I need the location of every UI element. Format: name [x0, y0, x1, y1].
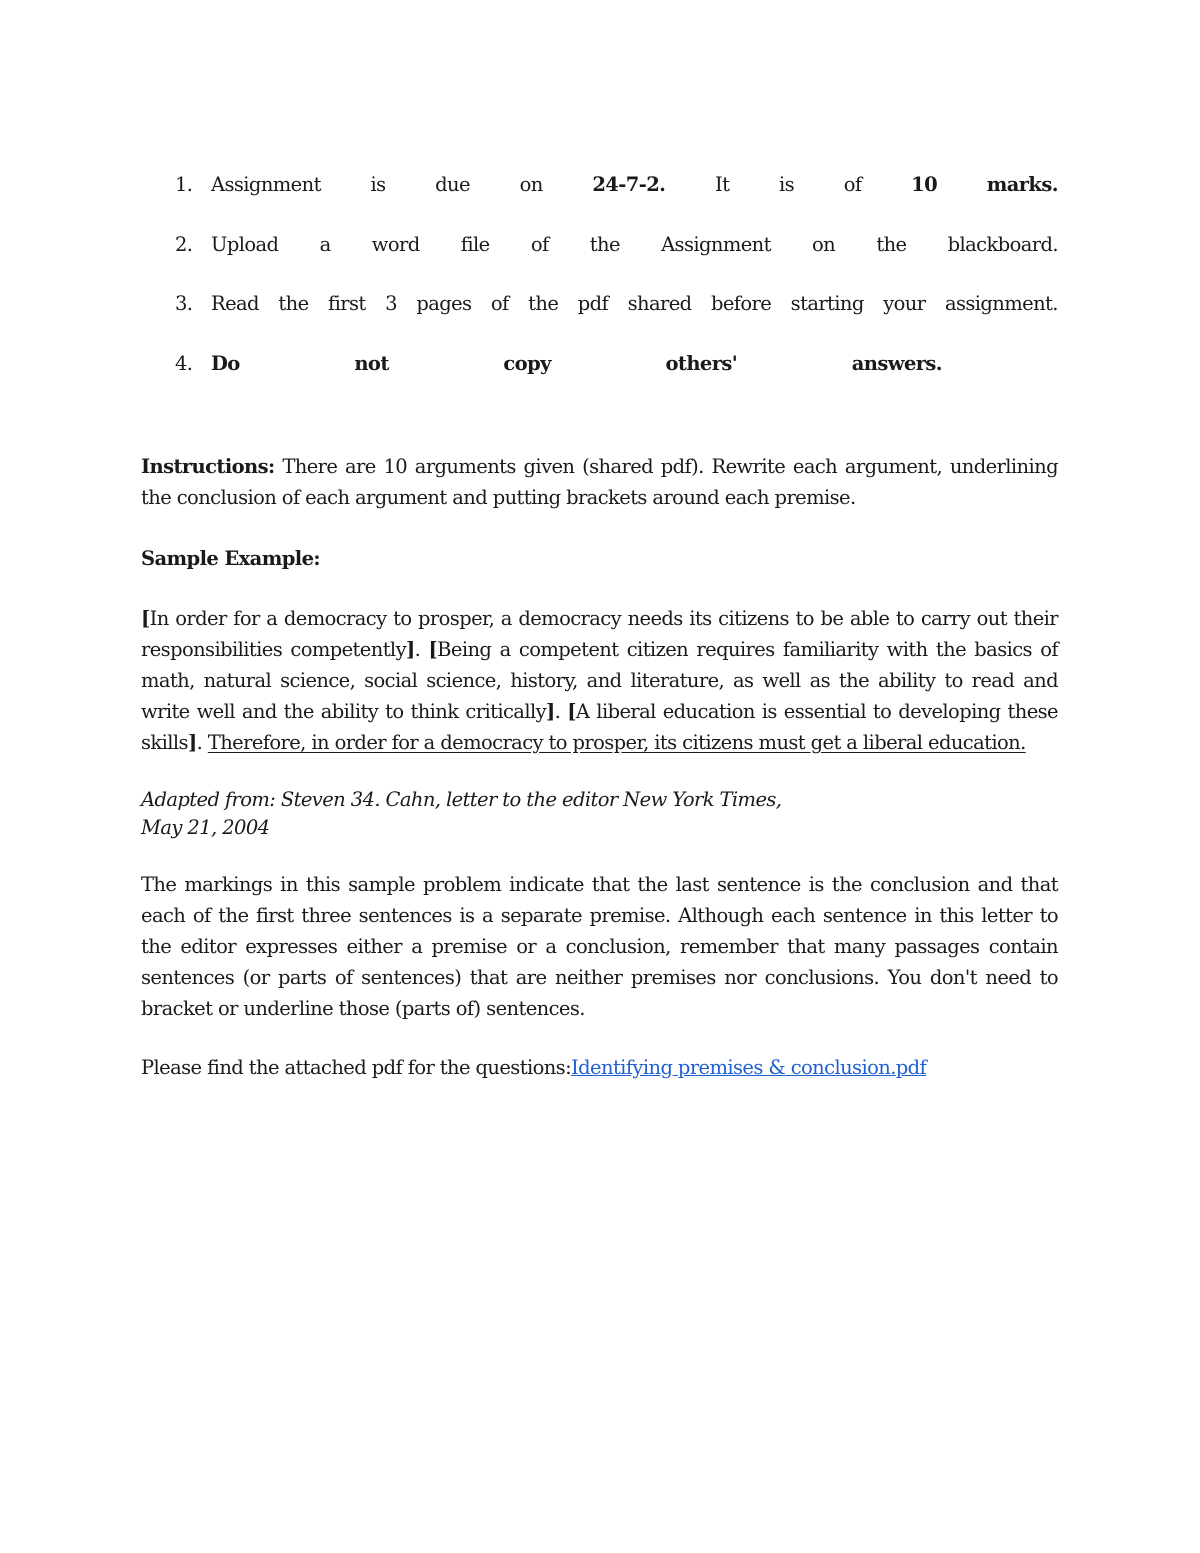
rule-word: Assignment: [661, 232, 771, 256]
rule-text: Upload a word file of the Assignment on the black…: [211, 226, 1059, 264]
rule-word: the: [876, 232, 907, 256]
rule-word: is: [779, 173, 795, 196]
rule-word: answers.: [851, 351, 943, 375]
rule-word: Assignment: [211, 173, 321, 196]
rule-word: Upload: [211, 232, 279, 256]
rule-text: Do not copy others' answers.: [211, 345, 943, 383]
rule-word: word: [371, 232, 420, 256]
citation-line-2: May 21, 2004: [141, 816, 270, 839]
citation-line-1: Adapted from: Steven 34. Cahn, letter to…: [141, 788, 782, 811]
rule-number: 2.: [175, 232, 193, 256]
rule-item: 4. Do not copy others' answers.: [141, 345, 1058, 405]
rule-word: on: [519, 173, 544, 196]
rule-word: others': [665, 351, 738, 375]
rule-word: of: [530, 232, 549, 256]
rule-word: file: [460, 232, 490, 256]
rule-word: of: [843, 173, 862, 196]
rule-item: 1. Assignment is due on 24-7-2. It is of 10 marks…: [141, 166, 1059, 226]
rule-number: 3.: [175, 292, 193, 315]
document-page: 1. Assignment is due on 24-7-2. It is of 10 marks…: [141, 166, 1059, 1103]
rule-word: shared: [627, 292, 693, 315]
rule-word: is: [370, 173, 386, 196]
assignment-rules-list: 1. Assignment is due on 24-7-2. It is of 10 marks…: [141, 166, 1059, 405]
sample-example-heading: Sample Example:: [141, 547, 321, 570]
attached-pdf-link[interactable]: Identifying premises & conclusion.pdf: [571, 1056, 927, 1079]
rule-word: due: [435, 173, 470, 196]
rule-number: 4.: [175, 351, 193, 375]
rule-word: marks.: [986, 173, 1059, 196]
rule-word: assignment.: [944, 292, 1059, 315]
rule-word: the: [278, 292, 309, 315]
rule-word: It: [715, 173, 730, 196]
rule-text: Read the first 3 pages of the pdf shared before st…: [211, 285, 1058, 323]
rule-word: 24-7-2.: [592, 173, 666, 196]
instructions-text: There are 10 arguments given (shared pdf…: [141, 455, 1059, 509]
rule-text: Assignment is due on 24-7-2. It is of 10 marks.: [211, 166, 1059, 204]
rule-word: a: [319, 232, 332, 256]
rule-number: 1.: [175, 173, 193, 196]
rule-word: your: [883, 292, 926, 315]
rule-word: 3: [385, 292, 397, 315]
instructions-paragraph: Instructions: There are 10 arguments giv…: [141, 451, 1059, 513]
rule-word: copy: [503, 351, 551, 375]
closing-paragraph: Please find the attached pdf for the que…: [141, 1052, 1058, 1083]
rule-word: first: [327, 292, 366, 315]
rule-word: blackboard.: [947, 232, 1059, 256]
rule-word: on: [812, 232, 836, 256]
instructions-label: Instructions:: [141, 455, 275, 478]
rule-word: starting: [790, 292, 865, 315]
rule-word: 10: [911, 173, 938, 196]
rule-word: the: [528, 292, 559, 315]
closing-text: Please find the attached pdf for the que…: [141, 1056, 572, 1079]
rule-word: before: [710, 292, 772, 315]
conclusion: Therefore, in order for a democracy to p…: [207, 731, 1027, 754]
rule-item: 3. Read the first 3 pages of the pdf shared befor…: [141, 285, 1058, 345]
citation: Adapted from: Steven 34. Cahn, letter to…: [141, 786, 1058, 842]
explanation-paragraph: The markings in this sample problem indi…: [141, 873, 1059, 1020]
rule-item: 2. Upload a word file of the Assignment on the bl…: [141, 226, 1059, 286]
rule-word: the: [589, 232, 621, 256]
rule-word: Do: [211, 351, 240, 375]
rule-word: of: [490, 292, 509, 315]
rule-word: pdf: [577, 292, 609, 315]
sample-example-paragraph: [In order for a democracy to prosper, a …: [141, 607, 1059, 754]
rule-word: Read: [211, 292, 260, 315]
rule-word: not: [354, 351, 389, 375]
rule-word: pages: [416, 292, 472, 315]
